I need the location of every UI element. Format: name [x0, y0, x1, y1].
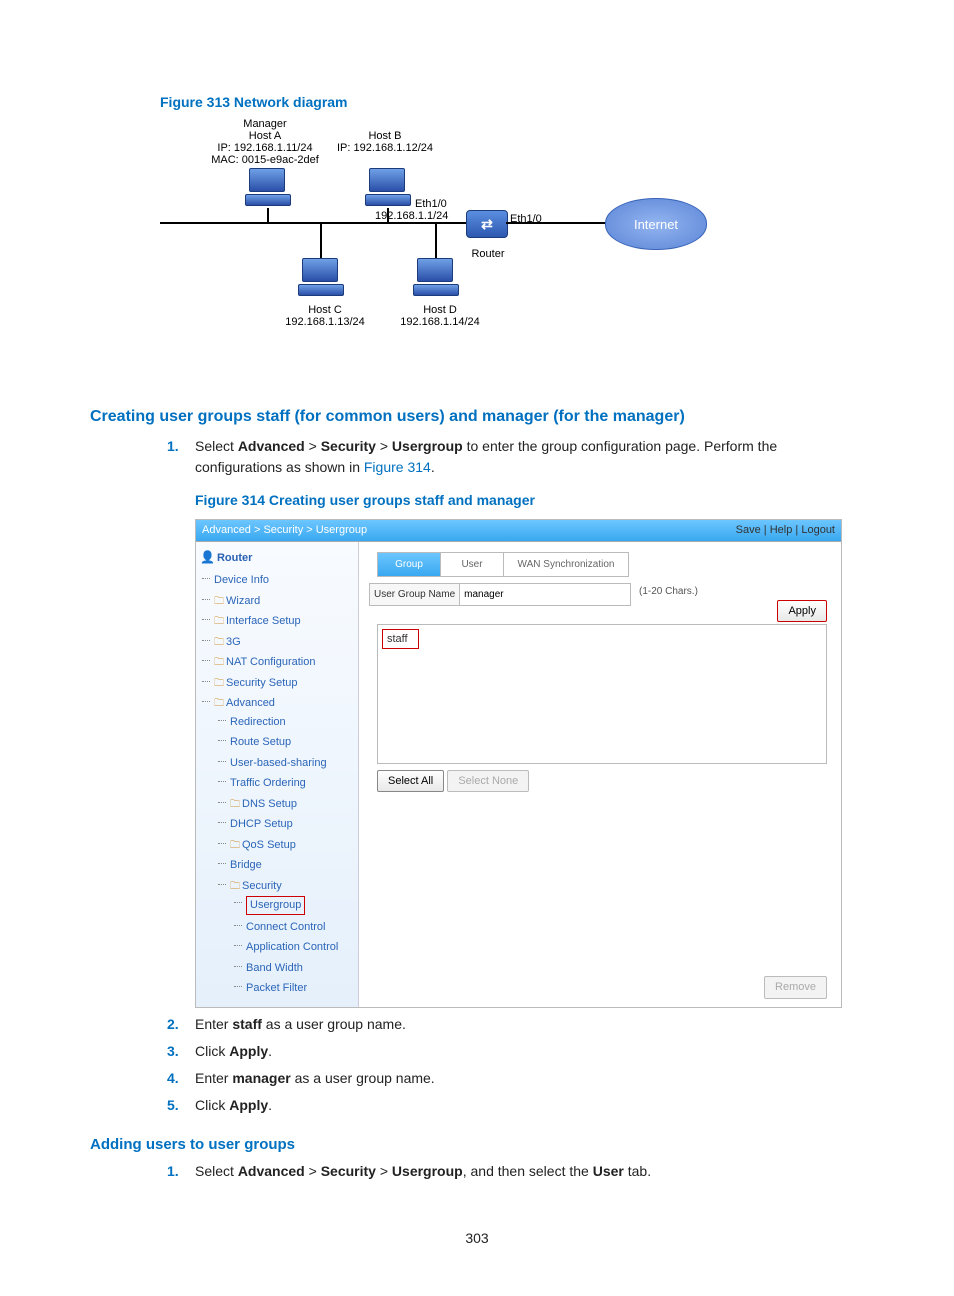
router-label: Router [468, 248, 508, 260]
folder-icon: 🗀 [214, 616, 224, 627]
nav-route-setup[interactable]: Route Setup [228, 732, 356, 753]
hosta-label-manager: Manager [210, 118, 320, 130]
nav-root-label[interactable]: Router [217, 552, 252, 564]
group-list-item[interactable]: staff [382, 629, 419, 650]
usergroup-name-input[interactable] [460, 584, 630, 605]
group-list: staff [377, 624, 827, 764]
nav-security-setup[interactable]: 🗀Security Setup [212, 673, 356, 694]
usergroup-name-label: User Group Name [370, 584, 460, 605]
content-pane: Group User WAN Synchronization User Grou… [359, 542, 841, 1007]
internet-label: Internet [634, 217, 678, 232]
hostd-ip: 192.168.1.14/24 [390, 316, 490, 328]
nav-connect-control[interactable]: Connect Control [244, 917, 356, 938]
hostb-label: Host B [350, 130, 420, 142]
hostc-label: Host C [295, 304, 355, 316]
steps-list-1: Select Advanced > Security > Usergroup t… [90, 436, 864, 1116]
pc-icon [298, 258, 342, 296]
pc-icon [245, 168, 289, 206]
step-3: Click Apply. [195, 1041, 864, 1062]
folder-icon: 🗀 [214, 596, 224, 607]
nav-security[interactable]: 🗀Security Usergroup Connect Control Appl… [228, 876, 356, 1001]
breadcrumb: Advanced > Security > Usergroup [202, 522, 367, 539]
step-1: Select Advanced > Security > Usergroup t… [195, 436, 864, 1008]
nav-qos-setup[interactable]: 🗀QoS Setup [228, 835, 356, 856]
pc-icon [365, 168, 409, 206]
wire [320, 222, 322, 258]
folder-icon: 🗀 [214, 657, 224, 668]
tab-wan-sync[interactable]: WAN Synchronization [504, 553, 628, 576]
hosta-label: Host A [210, 130, 320, 142]
nav-tree: 👤Router Device Info 🗀Wizard 🗀Interface S… [196, 542, 359, 1007]
page-number: 303 [0, 1230, 954, 1246]
hosta-ip: IP: 192.168.1.11/24 [210, 142, 320, 154]
step-2: Enter staff as a user group name. [195, 1014, 864, 1035]
internet-cloud-icon: Internet [605, 198, 707, 250]
nav-interface-setup[interactable]: 🗀Interface Setup [212, 611, 356, 632]
steps-list-2: Select Advanced > Security > Usergroup, … [90, 1161, 864, 1182]
usergroup-name-row: User Group Name [369, 583, 631, 606]
nav-wizard[interactable]: 🗀Wizard [212, 591, 356, 612]
nav-packet-filter[interactable]: Packet Filter [244, 978, 356, 999]
network-diagram: Manager Host A IP: 192.168.1.11/24 MAC: … [160, 118, 720, 378]
breadcrumb-bar: Advanced > Security > Usergroup Save | H… [196, 520, 841, 542]
eth10-left-label: Eth1/0 [415, 198, 447, 210]
wire [435, 222, 437, 258]
select-none-button[interactable]: Select None [447, 770, 529, 793]
wire [506, 222, 606, 224]
figure-314-link[interactable]: Figure 314 [364, 459, 431, 475]
nav-app-control[interactable]: Application Control [244, 937, 356, 958]
pc-icon [413, 258, 457, 296]
chars-hint: (1-20 Chars.) [639, 584, 698, 599]
nav-dns-setup[interactable]: 🗀DNS Setup [228, 794, 356, 815]
wire [387, 208, 389, 222]
figure-314-title: Figure 314 Creating user groups staff an… [195, 490, 864, 511]
nav-usergroup[interactable]: Usergroup [244, 894, 356, 917]
router-tree-icon: 👤 [200, 550, 215, 564]
router-icon: ⇄ [466, 210, 508, 238]
nav-advanced[interactable]: 🗀Advanced Redirection Route Setup User-b… [212, 693, 356, 1003]
step-5: Click Apply. [195, 1095, 864, 1116]
tab-group[interactable]: Group [378, 553, 441, 576]
section-adding-users-title: Adding users to user groups [90, 1136, 864, 1153]
nav-redirection[interactable]: Redirection [228, 712, 356, 733]
logout-link[interactable]: Logout [801, 524, 835, 536]
tab-user[interactable]: User [441, 553, 504, 576]
folder-icon: 🗀 [230, 881, 240, 892]
hostb-ip: IP: 192.168.1.12/24 [320, 142, 450, 154]
nav-device-info[interactable]: Device Info [212, 570, 356, 591]
eth10-left-ip: 192.168.1.1/24 [375, 210, 448, 222]
bus-line [160, 222, 468, 224]
nav-dhcp-setup[interactable]: DHCP Setup [228, 814, 356, 835]
folder-icon: 🗀 [214, 698, 224, 709]
nav-nat[interactable]: 🗀NAT Configuration [212, 652, 356, 673]
help-link[interactable]: Help [770, 524, 793, 536]
screenshot-usergroup: Advanced > Security > Usergroup Save | H… [195, 519, 842, 1008]
tabs: Group User WAN Synchronization [377, 552, 629, 577]
section-creating-groups-title: Creating user groups staff (for common u… [90, 408, 864, 426]
select-all-button[interactable]: Select All [377, 770, 444, 793]
nav-traffic-ordering[interactable]: Traffic Ordering [228, 773, 356, 794]
figure-313-title: Figure 313 Network diagram [160, 94, 864, 110]
step-4: Enter manager as a user group name. [195, 1068, 864, 1089]
hostc-ip: 192.168.1.13/24 [275, 316, 375, 328]
wire [267, 208, 269, 222]
sec2-step-1: Select Advanced > Security > Usergroup, … [195, 1161, 864, 1182]
folder-icon: 🗀 [230, 799, 240, 810]
header-links: Save | Help | Logout [736, 522, 835, 539]
remove-button[interactable]: Remove [764, 976, 827, 999]
save-link[interactable]: Save [736, 524, 761, 536]
nav-band-width[interactable]: Band Width [244, 958, 356, 979]
hosta-mac: MAC: 0015-e9ac-2def [190, 154, 340, 166]
hostd-label: Host D [410, 304, 470, 316]
folder-icon: 🗀 [214, 678, 224, 689]
apply-button[interactable]: Apply [777, 600, 827, 623]
folder-icon: 🗀 [214, 637, 224, 648]
nav-3g[interactable]: 🗀3G [212, 632, 356, 653]
nav-user-sharing[interactable]: User-based-sharing [228, 753, 356, 774]
nav-bridge[interactable]: Bridge [228, 855, 356, 876]
folder-icon: 🗀 [230, 840, 240, 851]
